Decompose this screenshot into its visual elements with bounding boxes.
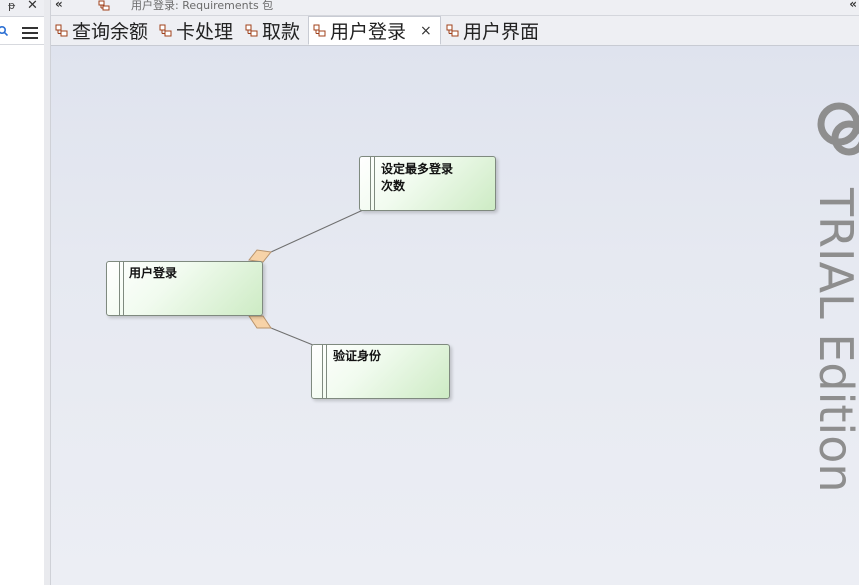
tab-user-interface[interactable]: 用户界面 [446,16,539,45]
diagram-tab-bar: 查询余额 卡处理 取款 用户登录 × 用户界面 [51,16,859,46]
diagram-icon [159,24,172,36]
node-label-line1: 设定最多登录 [381,162,454,176]
trial-watermark: TRIAL Edition [811,102,859,493]
breadcrumb-bar: « 用户登录: Requirements 包 « [51,0,859,16]
close-tab-icon[interactable]: × [420,23,432,39]
aggregation-diamond-bottom [248,315,272,329]
close-panel-icon[interactable]: ✕ [27,0,38,13]
node-label: 验证身份 [333,349,382,363]
left-panel-titlebar: ᵽ ✕ [0,0,44,17]
tab-withdraw[interactable]: 取款 [245,16,300,45]
tab-user-login[interactable]: 用户登录 × [308,16,441,45]
node-label-line2: 次数 [381,179,406,193]
tab-label: 取款 [262,21,301,43]
requirement-verify-identity[interactable]: 验证身份 [311,344,450,399]
pin-icon[interactable]: ᵽ [8,0,15,12]
left-panel-toolbar [0,22,44,45]
diagram-icon [55,24,68,36]
left-dock-panel: ᵽ ✕ [0,0,45,585]
node-bar [322,345,327,398]
tab-card-processing[interactable]: 卡处理 [159,16,233,45]
diagram-icon [245,24,258,36]
tab-label: 查询余额 [72,21,149,43]
watermark-logo-icon [817,102,859,156]
watermark-text: TRIAL Edition [811,187,859,493]
node-bar [119,262,124,315]
connector-max-login[interactable] [270,209,364,253]
node-label: 设定最多登录 次数 [381,161,453,195]
diagram-canvas[interactable]: 用户登录 设定最多登录 次数 验证身份 TRIAL Edition [51,46,859,585]
node-label: 用户登录 [129,266,178,280]
hamburger-menu-icon[interactable] [22,27,38,39]
diagram-icon [98,0,110,11]
tab-label: 用户登录 [330,21,407,43]
diagram-icon [446,24,459,36]
search-icon[interactable] [0,26,8,36]
tab-label: 卡处理 [176,21,234,43]
tab-label: 用户界面 [463,21,540,43]
requirement-max-login-attempts[interactable]: 设定最多登录 次数 [359,156,496,211]
panel-splitter[interactable] [44,0,51,585]
node-bar [370,157,375,210]
connector-verify[interactable] [270,327,314,346]
collapse-left-icon[interactable]: « [55,0,63,11]
diagram-icon [313,24,326,36]
tab-query-balance[interactable]: 查询余额 [55,16,148,45]
collapse-right-icon[interactable]: « [849,0,857,11]
breadcrumb: 用户登录: Requirements 包 [131,0,274,12]
requirement-user-login[interactable]: 用户登录 [106,261,263,316]
